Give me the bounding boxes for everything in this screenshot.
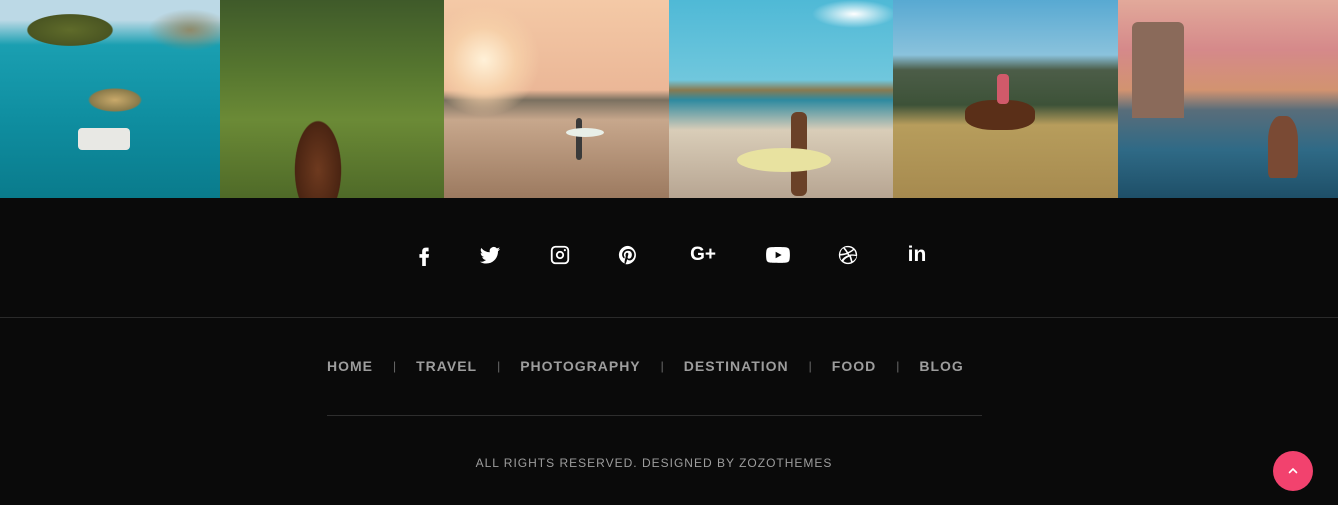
menu-item-photography[interactable]: PHOTOGRAPHY [520,358,640,374]
google-plus-label: G+ [690,244,716,265]
linkedin-label: in [907,243,927,266]
dribbble-icon[interactable] [835,242,861,268]
menu-item-blog[interactable]: BLOG [919,358,963,374]
youtube-icon[interactable] [764,242,792,268]
facebook-icon[interactable] [411,242,437,268]
menu-separator: | [497,359,501,373]
linkedin-icon[interactable]: in [904,242,930,268]
footer-divider-top [0,317,1338,318]
menu-item-home[interactable]: HOME [327,358,373,374]
menu-item-food[interactable]: FOOD [832,358,876,374]
instagram-icon[interactable] [547,242,573,268]
menu-separator: | [808,359,812,373]
google-plus-icon[interactable]: G+ [686,242,720,268]
back-to-top-button[interactable] [1273,451,1313,491]
menu-separator: | [660,359,664,373]
menu-separator: | [896,359,900,373]
gallery-photo-horse-valley[interactable] [893,0,1118,198]
gallery-photo-surfer-beach[interactable] [669,0,893,198]
footer-divider-bottom [327,415,982,416]
gallery-photo-infinity-pool[interactable] [1118,0,1338,198]
menu-item-destination[interactable]: DESTINATION [684,358,789,374]
photo-gallery [0,0,1338,198]
gallery-photo-horse-riding[interactable] [220,0,444,198]
social-links: G+ in [0,231,1338,279]
gallery-photo-surf-sunset[interactable] [444,0,669,198]
footer-menu: HOME | TRAVEL | PHOTOGRAPHY | DESTINATIO… [327,356,964,376]
pinterest-icon[interactable] [615,242,641,268]
gallery-photo-island[interactable] [0,0,220,198]
menu-separator: | [393,359,397,373]
twitter-icon[interactable] [477,242,503,268]
menu-item-travel[interactable]: TRAVEL [416,358,477,374]
copyright-text: ALL RIGHTS RESERVED. DESIGNED BY ZOZOTHE… [475,456,833,470]
chevron-up-icon [1288,467,1298,474]
